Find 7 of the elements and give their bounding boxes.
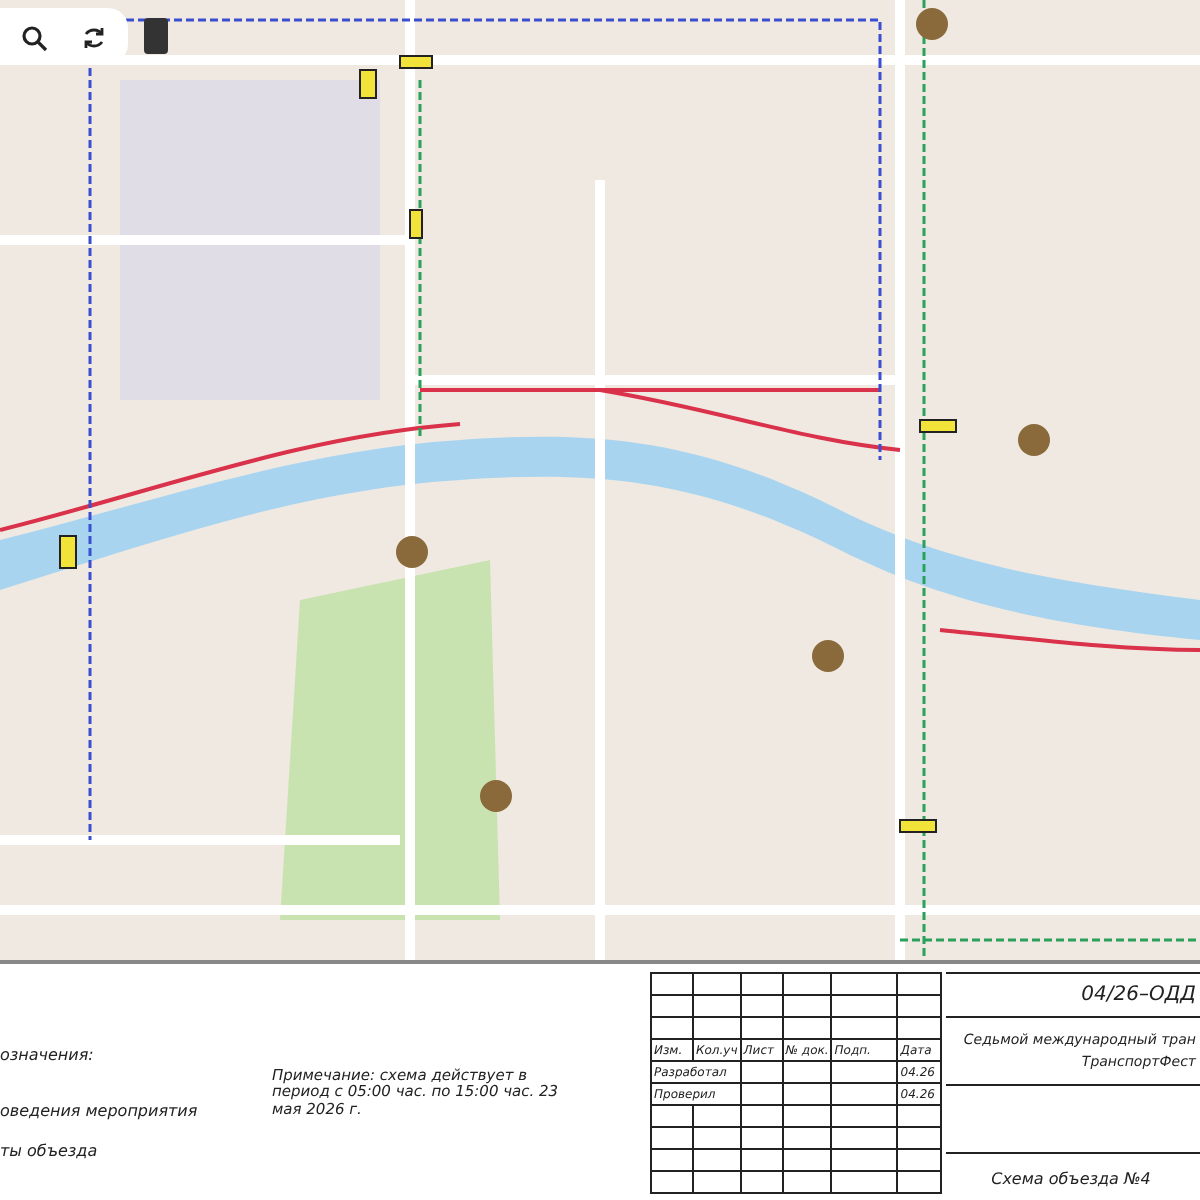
legend-item: оведения мероприятия	[0, 1100, 200, 1124]
drawing-code: 04/26–ОДД	[1081, 982, 1196, 1010]
search-icon	[20, 23, 48, 52]
legend-title: означения:	[0, 1044, 96, 1068]
sheet-title: Схема объезда №4	[991, 1167, 1151, 1191]
legend-item: ты объезда	[0, 1140, 100, 1164]
rotate-icon	[80, 23, 108, 52]
